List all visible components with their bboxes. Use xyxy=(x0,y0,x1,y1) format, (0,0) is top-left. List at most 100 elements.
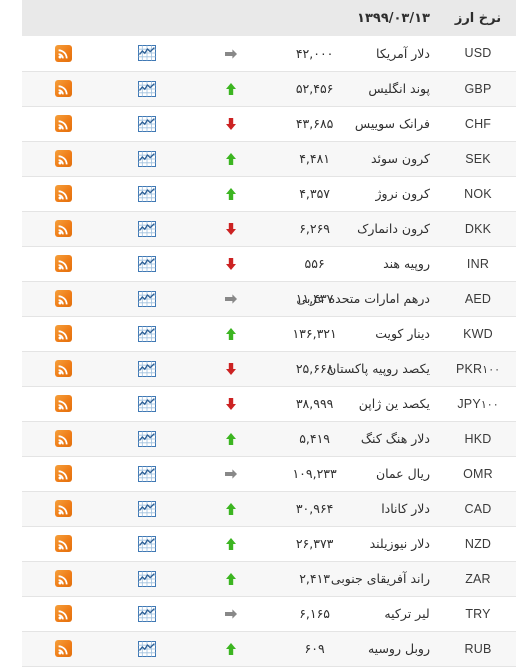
currency-code: ZAR xyxy=(440,561,516,596)
chart-link[interactable] xyxy=(106,526,190,561)
rss-icon[interactable] xyxy=(55,605,73,622)
currency-name: فرانک سوییس xyxy=(354,116,430,131)
rss-icon[interactable] xyxy=(55,220,73,237)
rss-icon[interactable] xyxy=(55,325,73,342)
rss-icon[interactable] xyxy=(55,570,73,587)
rss-link[interactable] xyxy=(22,526,106,561)
chart-link[interactable] xyxy=(106,246,190,281)
rss-icon[interactable] xyxy=(55,255,73,272)
chart-link[interactable] xyxy=(106,421,190,456)
chart-icon[interactable] xyxy=(138,500,157,517)
rss-link[interactable] xyxy=(22,246,106,281)
currency-name: ریال عمان xyxy=(375,466,430,481)
table-row: INR روپیه هند ۵۵۶ xyxy=(22,246,516,281)
chart-icon[interactable] xyxy=(138,290,157,307)
chart-link[interactable] xyxy=(106,211,190,246)
chart-icon[interactable] xyxy=(138,640,157,657)
exchange-rate-table-wrap: نرخ ارز ۱۳۹۹/۰۳/۱۳ USD دلار آمریکا ۴۲,۰۰۰ G… xyxy=(22,0,516,666)
chart-link[interactable] xyxy=(106,316,190,351)
table-row: RUB روبل روسیه ۶۰۹ xyxy=(22,631,516,666)
rss-icon[interactable] xyxy=(55,465,73,482)
chart-link[interactable] xyxy=(106,71,190,106)
chart-link[interactable] xyxy=(106,386,190,421)
rss-icon[interactable] xyxy=(55,290,73,307)
rss-link[interactable] xyxy=(22,456,106,491)
chart-icon[interactable] xyxy=(138,360,157,377)
chart-link[interactable] xyxy=(106,561,190,596)
rss-icon[interactable] xyxy=(55,500,73,517)
arrow-up-icon xyxy=(224,572,238,586)
chart-icon[interactable] xyxy=(138,465,157,482)
currency-code-text: AED xyxy=(464,291,492,306)
rss-link[interactable] xyxy=(22,106,106,141)
rss-link[interactable] xyxy=(22,421,106,456)
trend-indicator xyxy=(189,456,273,491)
chart-link[interactable] xyxy=(106,456,190,491)
rss-icon[interactable] xyxy=(55,395,73,412)
rss-icon[interactable] xyxy=(55,640,73,657)
rss-icon[interactable] xyxy=(55,150,73,167)
currency-code: CAD xyxy=(440,491,516,526)
arrow-up-icon xyxy=(224,152,238,166)
chart-link[interactable] xyxy=(106,596,190,631)
chart-icon[interactable] xyxy=(138,605,157,622)
chart-icon[interactable] xyxy=(138,80,157,97)
rss-icon[interactable] xyxy=(55,535,73,552)
arrow-right-icon xyxy=(224,47,238,61)
chart-link[interactable] xyxy=(106,106,190,141)
currency-code: USD xyxy=(440,36,516,71)
rss-link[interactable] xyxy=(22,211,106,246)
table-row: CHF فرانک سوییس ۴۳,۶۸۵ xyxy=(22,106,516,141)
currency-value: ۶,۱۶۵ xyxy=(299,606,331,621)
trend-indicator xyxy=(189,71,273,106)
currency-name: روپیه هند xyxy=(383,256,430,271)
chart-icon[interactable] xyxy=(138,430,157,447)
chart-icon[interactable] xyxy=(138,185,157,202)
rss-icon[interactable] xyxy=(55,185,73,202)
chart-icon[interactable] xyxy=(138,570,157,587)
rss-link[interactable] xyxy=(22,281,106,316)
arrow-right-icon xyxy=(224,292,238,306)
rss-link[interactable] xyxy=(22,596,106,631)
chart-icon[interactable] xyxy=(138,535,157,552)
rss-icon[interactable] xyxy=(55,360,73,377)
currency-code: DKK xyxy=(440,211,516,246)
rss-link[interactable] xyxy=(22,631,106,666)
chart-icon[interactable] xyxy=(138,115,157,132)
rss-link[interactable] xyxy=(22,386,106,421)
chart-link[interactable] xyxy=(106,631,190,666)
currency-code-text: KWD xyxy=(463,326,493,341)
currency-code: JPY۱۰۰ xyxy=(440,386,516,421)
rss-link[interactable] xyxy=(22,141,106,176)
chart-icon[interactable] xyxy=(138,45,157,62)
trend-indicator xyxy=(189,421,273,456)
chart-link[interactable] xyxy=(106,351,190,386)
currency-name: کرون دانمارک xyxy=(357,221,430,236)
rss-link[interactable] xyxy=(22,316,106,351)
chart-icon[interactable] xyxy=(138,255,157,272)
chart-link[interactable] xyxy=(106,491,190,526)
chart-icon[interactable] xyxy=(138,220,157,237)
arrow-right-icon xyxy=(224,467,238,481)
chart-icon[interactable] xyxy=(138,325,157,342)
rss-link[interactable] xyxy=(22,351,106,386)
chart-link[interactable] xyxy=(106,36,190,71)
table-header: نرخ ارز ۱۳۹۹/۰۳/۱۳ xyxy=(22,0,516,36)
trend-indicator xyxy=(189,141,273,176)
rss-icon[interactable] xyxy=(55,115,73,132)
rss-link[interactable] xyxy=(22,176,106,211)
rss-icon[interactable] xyxy=(55,430,73,447)
rss-icon[interactable] xyxy=(55,44,73,62)
rss-link[interactable] xyxy=(22,36,106,71)
chart-link[interactable] xyxy=(106,281,190,316)
chart-link[interactable] xyxy=(106,176,190,211)
rss-link[interactable] xyxy=(22,71,106,106)
rss-icon[interactable] xyxy=(55,80,73,97)
trend-indicator xyxy=(189,631,273,666)
currency-name: دلار نیوزیلند xyxy=(369,536,430,551)
chart-icon[interactable] xyxy=(138,395,157,412)
rss-link[interactable] xyxy=(22,561,106,596)
rss-link[interactable] xyxy=(22,491,106,526)
chart-link[interactable] xyxy=(106,141,190,176)
chart-icon[interactable] xyxy=(138,150,157,167)
